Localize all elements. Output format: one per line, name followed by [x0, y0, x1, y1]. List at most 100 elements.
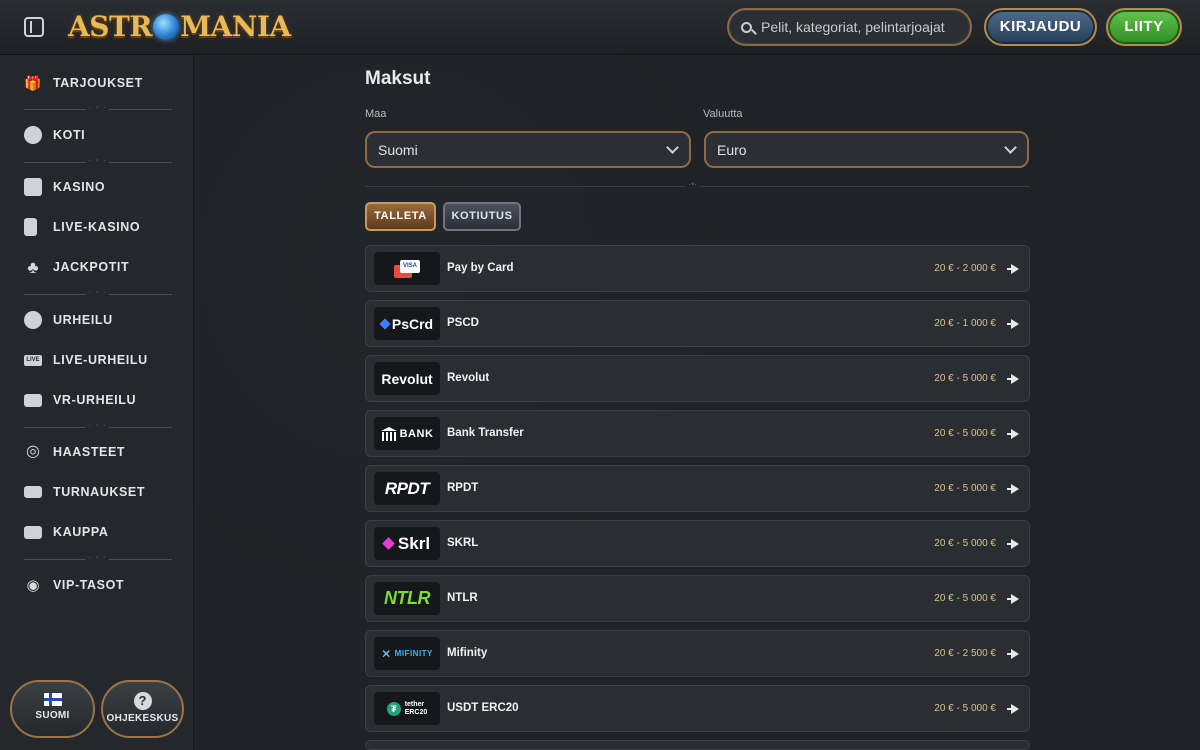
sidebar-item-turnaukset[interactable]: TURNAUKSET [24, 480, 145, 504]
arrow-right-icon [1007, 703, 1019, 715]
payment-method-name: Pay by Card [447, 262, 514, 274]
arrow-right-icon [1007, 648, 1019, 660]
logo-text-start: ASTR [68, 10, 153, 43]
payment-method-name: Mifinity [447, 647, 488, 659]
sidebar-item-label: JACKPOTIT [53, 260, 130, 274]
revolut-logo-icon: Revolut [374, 362, 440, 395]
skrl-logo-text: Skrl [397, 533, 431, 553]
ntlr-logo-icon: NTLR [374, 582, 440, 615]
chevron-down-icon [666, 141, 679, 154]
sidebar: 🎁 TARJOUKSET KOTI KASINO LIVE-KASINO ♣ J… [0, 55, 194, 750]
sidebar-item-vip-tasot[interactable]: ◉ VIP-TASOT [24, 573, 124, 597]
tab-withdraw[interactable]: KOTIUTUS [443, 202, 521, 231]
sidebar-divider [24, 155, 172, 165]
payment-method-row[interactable]: VISA Pay by Card 20 € - 2 000 € [365, 245, 1030, 292]
payment-method-row[interactable]: Revolut Revolut 20 € - 5 000 € [365, 355, 1030, 402]
podium-icon [24, 486, 42, 498]
sidebar-item-live-kasino[interactable]: LIVE-KASINO [24, 215, 140, 239]
arrow-right-icon [1007, 373, 1019, 385]
vr-icon [24, 393, 42, 407]
astromania-logo[interactable]: ASTR MANIA [68, 8, 291, 46]
payment-method-row[interactable]: ₮ tether ERC20 USDT ERC20 20 € - 5 000 € [365, 685, 1030, 732]
currency-label: Valuutta [703, 108, 743, 120]
sidebar-toggle-icon[interactable] [24, 17, 44, 37]
sidebar-item-label: VIP-TASOT [53, 578, 125, 592]
card-logo-icon: VISA [374, 252, 440, 285]
slot-machine-icon [24, 178, 42, 196]
sidebar-item-kasino[interactable]: KASINO [24, 175, 105, 199]
login-button[interactable]: KIRJAUDU [984, 8, 1097, 46]
question-icon: ? [133, 692, 152, 710]
logo-orb-icon [153, 14, 180, 40]
sidebar-item-label: KOTI [53, 128, 86, 142]
sidebar-item-kauppa[interactable]: KAUPPA [24, 520, 108, 544]
help-center-button[interactable]: ? OHJEKESKUS [101, 680, 184, 738]
sidebar-item-vr-urheilu[interactable]: VR-URHEILU [24, 388, 136, 412]
section-divider [365, 179, 1030, 189]
payment-method-range: 20 € - 2 500 € [934, 648, 996, 659]
mifinity-logo-icon: ✕ MIFINITY [374, 637, 440, 670]
sidebar-item-live-urheilu[interactable]: LIVE LIVE-URHEILU [24, 348, 148, 372]
search-box[interactable] [727, 8, 972, 46]
currency-select[interactable]: Euro [704, 131, 1029, 168]
payment-method-row[interactable] [365, 740, 1030, 750]
payment-method-name: Revolut [447, 372, 490, 384]
language-label: SUOMI [35, 710, 70, 721]
search-input[interactable] [761, 19, 961, 35]
logo-text-end: MANIA [180, 10, 291, 43]
payment-method-range: 20 € - 5 000 € [934, 428, 996, 439]
payment-method-row[interactable]: NTLR NTLR 20 € - 5 000 € [365, 575, 1030, 622]
sidebar-item-label: URHEILU [53, 313, 113, 327]
tab-deposit[interactable]: TALLETA [365, 202, 436, 231]
country-value: Suomi [378, 141, 418, 158]
arrow-right-icon [1007, 483, 1019, 495]
sidebar-item-haasteet[interactable]: ◎ HAASTEET [24, 440, 125, 464]
payment-method-row[interactable]: ✕ MIFINITY Mifinity 20 € - 2 500 € [365, 630, 1030, 677]
payment-method-range: 20 € - 5 000 € [934, 373, 996, 384]
sidebar-item-tarjoukset[interactable]: 🎁 TARJOUKSET [24, 71, 143, 95]
sidebar-item-label: TURNAUKSET [53, 485, 146, 499]
top-header: ASTR MANIA KIRJAUDU LIITY [0, 0, 1200, 55]
soccer-ball-icon [24, 311, 42, 329]
join-button[interactable]: LIITY [1106, 8, 1182, 46]
live-badge-icon: LIVE [24, 354, 42, 366]
payment-method-row[interactable]: BANK Bank Transfer 20 € - 5 000 € [365, 410, 1030, 457]
payment-method-name: SKRL [447, 537, 479, 549]
sidebar-item-koti[interactable]: KOTI [24, 123, 85, 147]
payment-method-range: 20 € - 5 000 € [934, 483, 996, 494]
country-select[interactable]: Suomi [365, 131, 691, 168]
sidebar-item-label: LIVE-KASINO [53, 220, 141, 234]
payment-method-name: PSCD [447, 317, 479, 329]
payment-method-row[interactable]: RPDT RPDT 20 € - 5 000 € [365, 465, 1030, 512]
sidebar-item-label: TARJOUKSET [53, 76, 143, 90]
payment-method-row[interactable]: PsCrd PSCD 20 € - 1 000 € [365, 300, 1030, 347]
sidebar-divider [24, 552, 172, 562]
sidebar-divider [24, 102, 172, 112]
sidebar-item-urheilu[interactable]: URHEILU [24, 308, 113, 332]
sidebar-item-label: HAASTEET [53, 445, 126, 459]
home-icon [24, 126, 42, 144]
finland-flag-icon [43, 693, 62, 706]
sidebar-item-label: KAUPPA [53, 525, 109, 539]
rpdt-logo-icon: RPDT [374, 472, 440, 505]
pscd-logo-icon: PsCrd [374, 307, 440, 340]
search-icon [741, 21, 752, 33]
payment-method-name: Bank Transfer [447, 427, 524, 439]
currency-value: Euro [717, 141, 747, 158]
skrl-logo-icon: Skrl [374, 527, 440, 560]
help-label: OHJEKESKUS [106, 713, 179, 724]
language-button[interactable]: SUOMI [10, 680, 95, 738]
sidebar-item-jackpotit[interactable]: ♣ JACKPOTIT [24, 255, 129, 279]
bank-logo-text: BANK [399, 427, 434, 440]
clover-icon: ♣ [27, 257, 39, 277]
visa-mark: VISA [400, 259, 420, 273]
payment-method-range: 20 € - 5 000 € [934, 593, 996, 604]
sidebar-item-label: LIVE-URHEILU [53, 353, 148, 367]
payment-method-row[interactable]: Skrl SKRL 20 € - 5 000 € [365, 520, 1030, 567]
payment-method-name: USDT ERC20 [447, 702, 519, 714]
arrow-right-icon [1007, 263, 1019, 275]
bank-logo-icon: BANK [374, 417, 440, 450]
sidebar-divider [24, 420, 172, 430]
arrow-right-icon [1007, 593, 1019, 605]
tether-logo-subtext: ERC20 [404, 708, 428, 716]
